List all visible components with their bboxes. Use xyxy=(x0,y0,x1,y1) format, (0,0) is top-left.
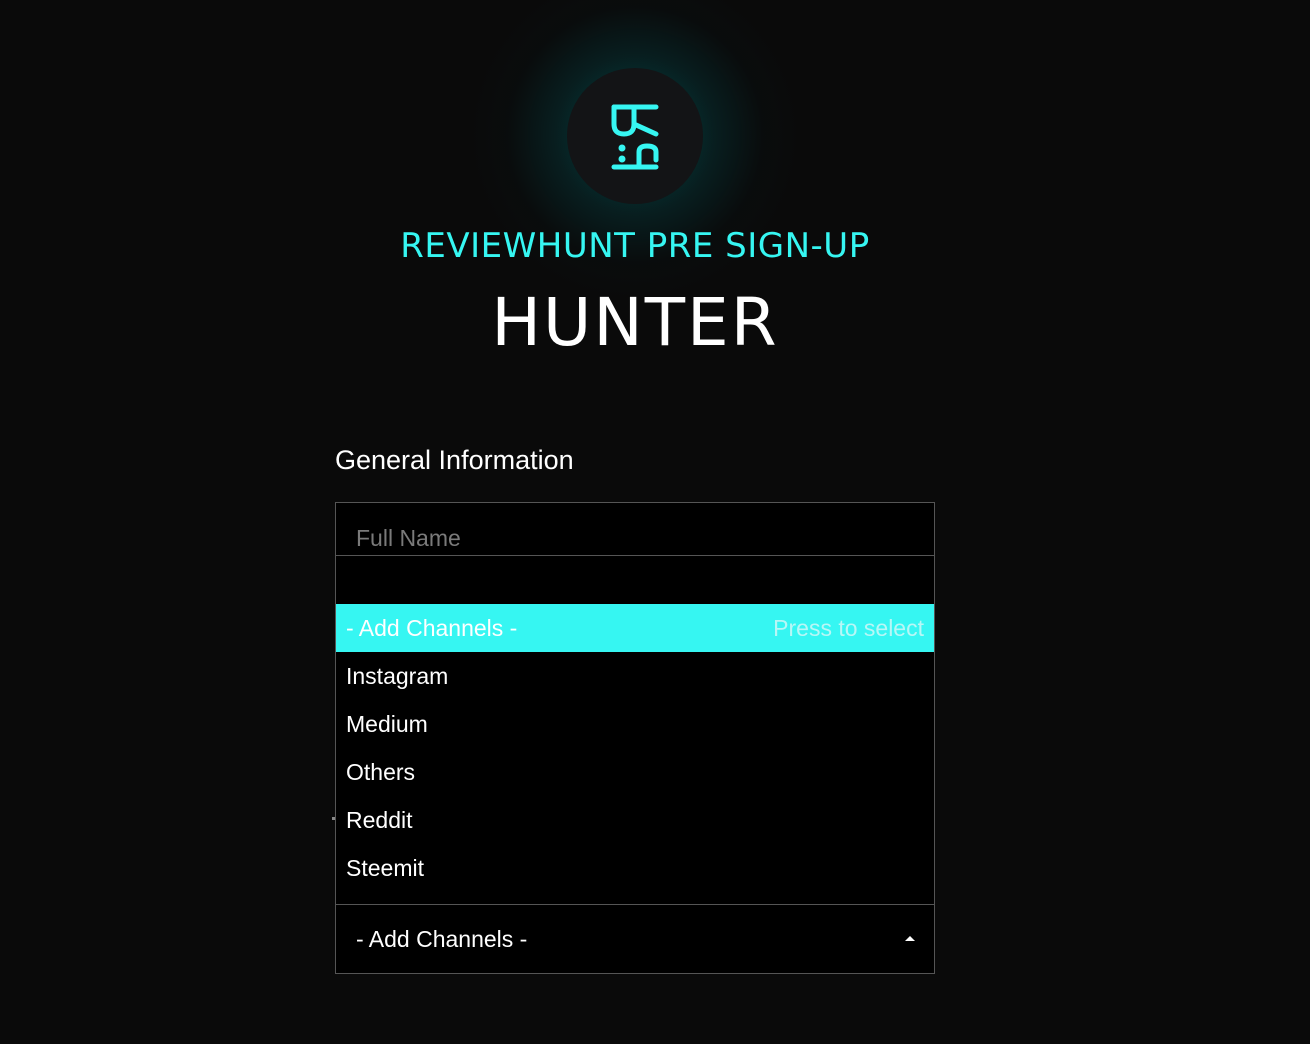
channel-option-reddit[interactable]: Reddit xyxy=(336,796,934,844)
section-title-general-information: General Information xyxy=(335,445,574,475)
channel-option-others[interactable]: Others xyxy=(336,748,934,796)
full-name-input[interactable] xyxy=(336,503,934,556)
page-subtitle: REVIEWHUNT PRE SIGN-UP xyxy=(400,226,870,266)
channel-option-medium[interactable]: Medium xyxy=(336,700,934,748)
channels-dropdown-list: - Add Channels - Press to select Instagr… xyxy=(336,604,934,905)
general-information-form: - Add Channels - Press to select Instagr… xyxy=(335,502,935,974)
channels-select-value: - Add Channels - xyxy=(356,926,528,952)
brand-logo xyxy=(567,68,703,204)
channel-option-instagram[interactable]: Instagram xyxy=(336,652,934,700)
channel-option-steemit[interactable]: Steemit xyxy=(336,844,934,892)
press-to-select-hint: Press to select xyxy=(773,615,924,641)
channels-select[interactable]: - Add Channels - xyxy=(336,905,934,973)
caret-up-icon xyxy=(905,936,915,941)
reviewhunt-logo-icon xyxy=(611,104,659,170)
channel-option-add-channels[interactable]: - Add Channels - Press to select xyxy=(336,604,934,652)
signup-page: REVIEWHUNT PRE SIGN-UP HUNTER General In… xyxy=(0,0,1310,1044)
option-label: - Add Channels - xyxy=(346,615,518,641)
page-title: HUNTER xyxy=(491,284,779,361)
empty-field-row xyxy=(336,557,934,603)
